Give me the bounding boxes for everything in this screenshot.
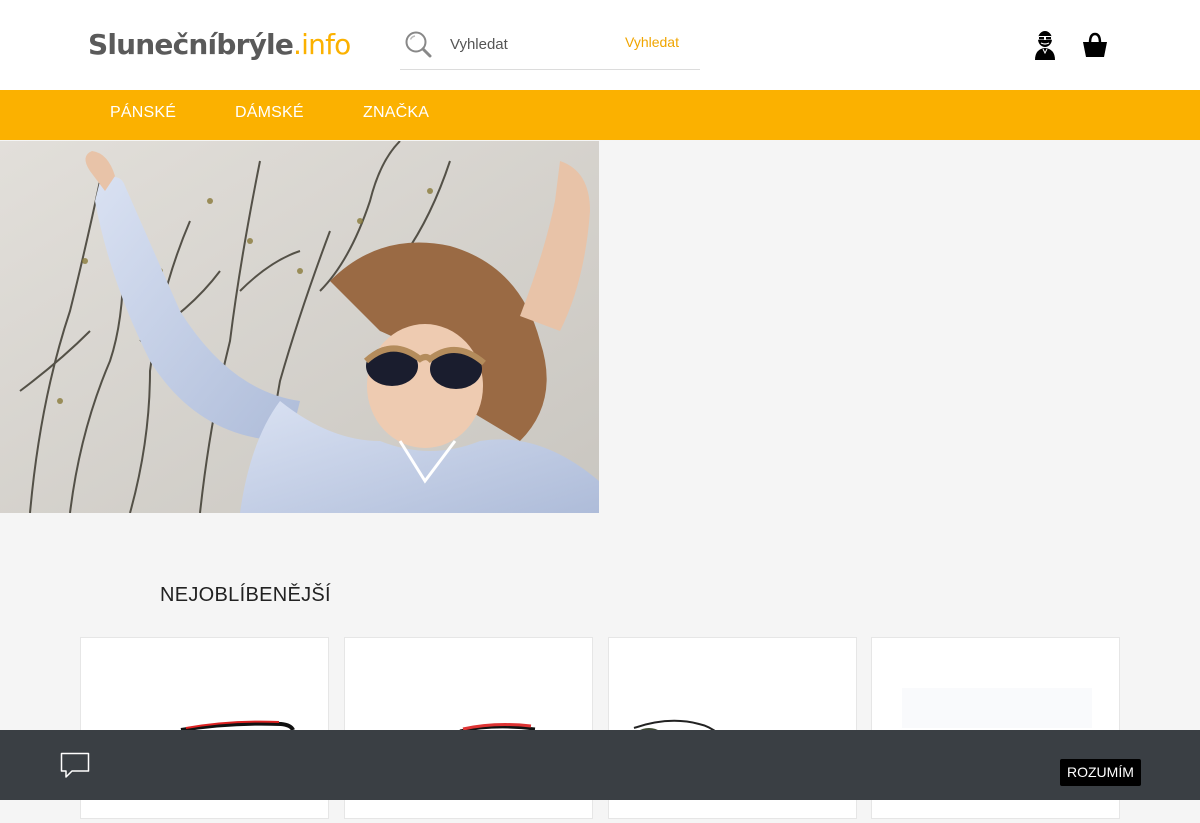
nav-item-women[interactable]: DÁMSKÉ [235,104,304,122]
chat-bubble-icon [60,752,90,778]
search-bar: Vyhledat [400,22,700,70]
cookie-consent-bar: ROZUMÍM [0,730,1200,800]
site-header: Slunečníbrýle.info Vyhledat [0,0,1200,90]
shopping-basket-icon[interactable] [1082,31,1108,59]
site-logo[interactable]: Slunečníbrýle.info [88,27,351,63]
section-title: NEJOBLÍBENĚJŠÍ [160,584,331,606]
user-account-icon[interactable] [1033,30,1057,60]
search-input[interactable] [450,32,610,56]
nav-item-men[interactable]: PÁNSKÉ [110,104,176,122]
search-icon[interactable] [404,30,432,58]
cookie-accept-button[interactable]: ROZUMÍM [1060,759,1141,786]
logo-main-text: Slunečníbrýle [88,28,294,61]
search-button[interactable]: Vyhledat [625,34,679,50]
logo-tld-text: .info [293,28,351,61]
hero-photo [0,141,599,513]
nav-item-brand[interactable]: ZNAČKA [363,104,429,122]
hero-banner-image[interactable] [0,141,599,513]
main-navigation: PÁNSKÉ DÁMSKÉ ZNAČKA [0,90,1200,140]
